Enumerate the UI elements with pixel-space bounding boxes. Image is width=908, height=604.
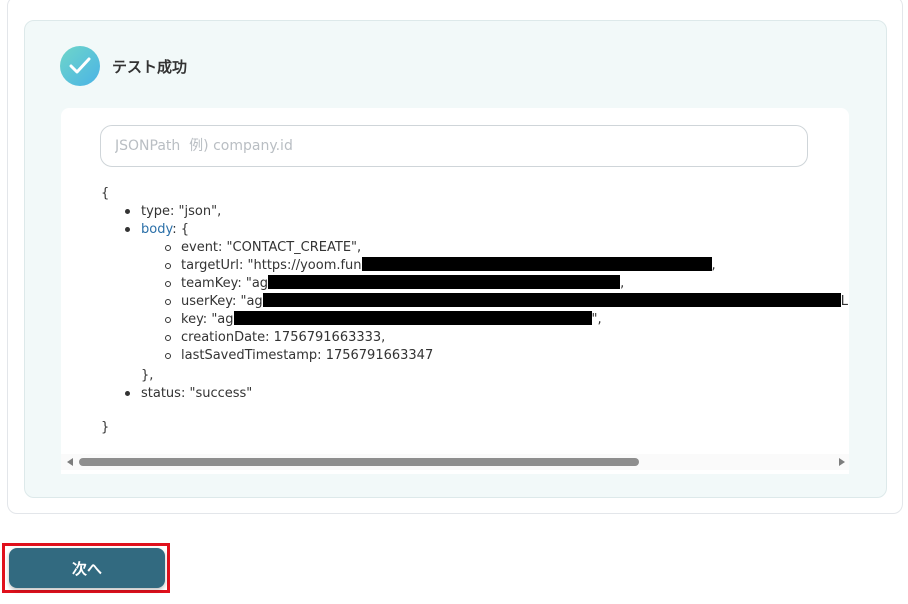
json-close-brace: } [101,420,110,435]
redacted-block [361,257,712,271]
body-key-toggle[interactable]: body [141,222,172,237]
key-end: ", [591,312,602,327]
redacted-block [268,275,621,289]
json-key: key: "ag ", [181,311,602,329]
check-icon [60,46,100,86]
user-key-text: userKey: "ag [181,294,263,309]
next-button[interactable]: 次へ [9,548,165,588]
json-open-brace: { [101,186,110,201]
bullet [165,299,171,305]
team-key-end: , [620,276,625,291]
json-event: event: "CONTACT_CREATE", [181,240,362,255]
redacted-block [233,311,592,325]
json-user-key: userKey: "ag L [181,293,848,311]
json-creation-date: creationDate: 1756791663333, [181,330,386,345]
target-url-text: targetUrl: "https://yoom.fun [181,258,362,273]
json-last-saved: lastSavedTimestamp: 1756791663347 [181,348,434,363]
key-text: key: "ag [181,312,234,327]
json-result-box: { type: "json", body: { event: "CONTACT_… [61,108,849,474]
bullet [165,263,171,269]
bullet [125,391,130,396]
json-type: type: "json", [141,204,222,219]
bullet [165,245,171,251]
bullet [125,227,130,232]
bullet [165,353,171,359]
bullet [165,281,171,287]
horizontal-scrollbar[interactable] [61,454,849,470]
json-team-key: teamKey: "ag, [181,275,624,293]
json-body-close: }, [141,368,154,383]
bullet [125,209,130,214]
user-key-end: L [840,294,848,309]
json-status: status: "success" [141,386,253,401]
scroll-left-arrow-icon[interactable] [67,458,73,466]
status-title: テスト成功 [112,58,188,76]
json-target-url: targetUrl: "https://yoom.fun, [181,257,716,275]
json-body-key: body: { [141,221,189,239]
body-open: : { [172,222,190,237]
target-url-end: , [711,258,716,273]
team-key-text: teamKey: "ag [181,276,269,291]
redacted-block [262,293,841,307]
scroll-right-arrow-icon[interactable] [839,458,845,466]
bullet [165,317,171,323]
jsonpath-input[interactable] [100,125,808,167]
scroll-thumb[interactable] [79,458,639,466]
bullet [165,335,171,341]
